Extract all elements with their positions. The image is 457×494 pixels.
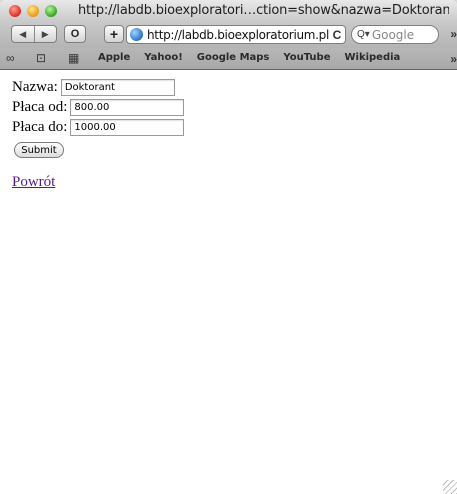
plus-icon: + [109,26,119,42]
add-bookmark-button[interactable]: + [104,25,124,43]
address-bar[interactable]: http://labdb.bioexploratorium.pl C [126,25,346,44]
search-field[interactable]: Q▾ Google [351,25,439,44]
search-placeholder: Google [371,27,415,42]
nazwa-field[interactable] [60,79,175,96]
bookmark-yahoo[interactable]: Yahoo! [144,52,183,63]
toolbar: ◀ ▶ O + http://labdb.bioexploratorium.pl… [0,22,457,48]
minimize-window-button[interactable] [27,5,39,17]
back-link[interactable]: Powrót [12,174,55,191]
bookmark-google-maps[interactable]: Google Maps [197,52,270,63]
bookmark-youtube[interactable]: YouTube [283,52,330,63]
close-window-button[interactable] [9,5,21,17]
placa-od-field[interactable] [70,99,185,116]
zoom-window-button[interactable] [45,5,57,17]
placa-do-row: Płaca do: [12,119,185,136]
globe-icon [130,28,143,41]
placa-do-label: Płaca do: [12,119,68,135]
placa-od-label: Płaca od: [12,99,68,115]
resize-grip-icon[interactable] [443,480,457,494]
nazwa-row: Nazwa: [12,79,175,96]
reading-list-icon[interactable]: ∞ [6,51,15,65]
submit-button[interactable]: Submit [14,142,64,158]
toolbar-overflow-icon[interactable]: » [450,27,457,41]
placa-od-row: Płaca od: [12,99,185,116]
bookmark-items: Apple Yahoo! Google Maps YouTube Wikiped… [98,52,414,63]
bookmarks-overflow-icon[interactable]: » [450,52,457,66]
bookmark-wikipedia[interactable]: Wikipedia [344,52,400,63]
placa-do-field[interactable] [70,119,185,136]
address-text[interactable]: http://labdb.bioexploratorium.pl [147,28,329,42]
window-title: http://labdb.bioexploratori…ction=show&n… [78,3,449,18]
bookmark-apple[interactable]: Apple [98,52,130,63]
reload-icon[interactable]: C [329,28,345,42]
title-bar: http://labdb.bioexploratori…ction=show&n… [0,0,457,22]
browser-window: http://labdb.bioexploratori…ction=show&n… [0,0,457,494]
bookmarks-bar: ∞ ⊡ ▦ Apple Yahoo! Google Maps YouTube W… [0,48,457,70]
top-sites-grid-icon[interactable]: ▦ [68,51,79,65]
back-arrow-icon[interactable]: ◀ [12,29,34,40]
page-content: Nazwa: Płaca od: Płaca do: Submit Powrót [0,70,457,494]
reader-button[interactable]: O [64,25,86,43]
reader-icon: O [70,28,80,40]
back-forward-buttons: ◀ ▶ [11,25,57,43]
bookmarks-book-icon[interactable]: ⊡ [36,51,46,65]
search-icon: Q▾ [357,29,370,40]
nazwa-label: Nazwa: [12,79,58,95]
forward-arrow-icon[interactable]: ▶ [35,29,57,40]
